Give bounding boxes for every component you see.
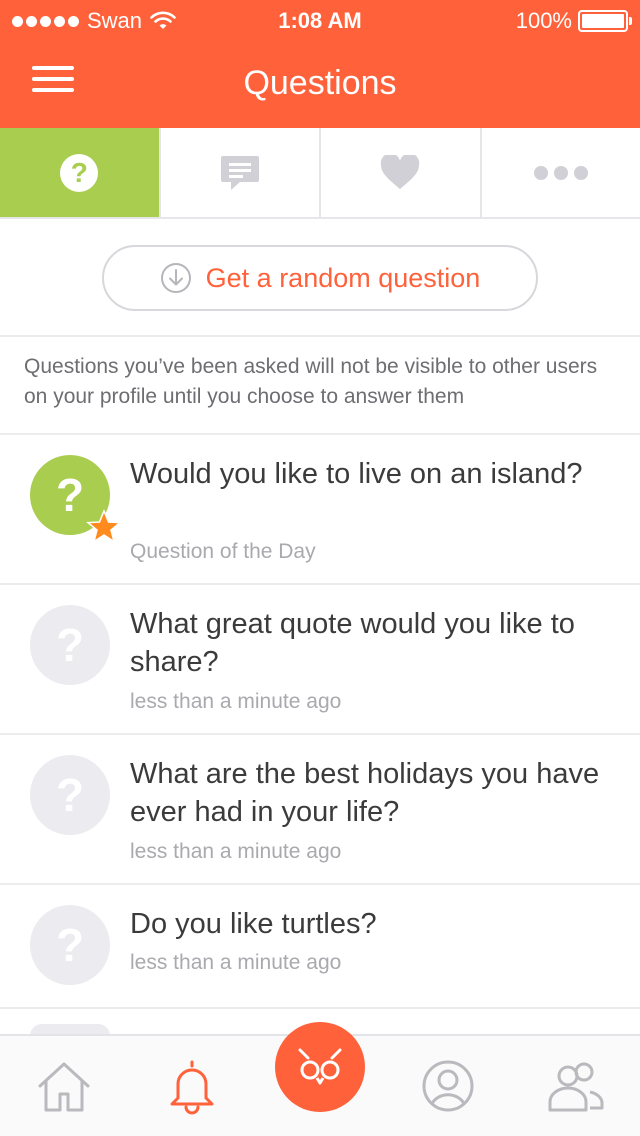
question-avatar-icon: ? xyxy=(30,905,110,985)
owl-icon xyxy=(298,1048,342,1085)
question-text: Would you like to live on an island? xyxy=(130,458,583,490)
section-tabs: ? xyxy=(0,128,640,219)
get-random-question-button[interactable]: Get a random question xyxy=(102,245,538,311)
question-item[interactable]: ? Do you like turtles? less than a minut… xyxy=(0,885,640,1009)
question-text: What great quote would you like to share… xyxy=(130,608,575,678)
bell-icon[interactable] xyxy=(162,1056,222,1116)
question-text: Do you like turtles? xyxy=(130,908,377,940)
heart-icon xyxy=(381,154,420,189)
tab-messages[interactable] xyxy=(161,128,321,217)
question-meta: less than a minute ago xyxy=(130,951,342,974)
star-icon xyxy=(86,509,122,544)
page-title: Questions xyxy=(243,64,397,102)
battery-percent: 100% xyxy=(515,8,572,33)
battery-icon xyxy=(578,10,632,32)
status-bar: Swan 1:08 AM 100% xyxy=(0,0,640,40)
home-icon[interactable] xyxy=(34,1056,94,1116)
app-header: Swan 1:08 AM 100% Questions xyxy=(0,0,640,128)
question-item[interactable]: ? What are the best holidays you have ev… xyxy=(0,735,640,885)
random-question-label: Get a random question xyxy=(205,262,481,293)
tab-questions[interactable]: ? xyxy=(0,128,161,217)
question-item-featured[interactable]: ? Would you like to live on an island? Q… xyxy=(0,435,640,585)
owl-button[interactable] xyxy=(275,1022,365,1112)
question-meta: Question of the Day xyxy=(130,540,316,563)
question-avatar-icon: ? xyxy=(30,755,110,835)
tab-more[interactable] xyxy=(482,128,640,217)
bottom-tab-bar xyxy=(0,1022,640,1136)
question-meta: less than a minute ago xyxy=(130,840,342,863)
status-right: 100% xyxy=(515,8,632,34)
question-avatar-icon: ? xyxy=(30,605,110,685)
chat-bubble-icon xyxy=(220,155,259,190)
questions-list: ? Would you like to live on an island? Q… xyxy=(0,435,640,1009)
tab-likes[interactable] xyxy=(321,128,482,217)
people-icon[interactable] xyxy=(546,1056,606,1116)
profile-icon[interactable] xyxy=(418,1056,478,1116)
question-icon: ? xyxy=(60,153,99,192)
question-item[interactable]: ? What great quote would you like to sha… xyxy=(0,585,640,735)
question-meta: less than a minute ago xyxy=(130,690,342,713)
question-text: What are the best holidays you have ever… xyxy=(130,758,600,828)
privacy-info-text: Questions you’ve been asked will not be … xyxy=(24,355,598,408)
random-question-section: Get a random question xyxy=(0,219,640,337)
download-circle-icon xyxy=(160,263,191,293)
more-dots-icon xyxy=(533,165,588,180)
